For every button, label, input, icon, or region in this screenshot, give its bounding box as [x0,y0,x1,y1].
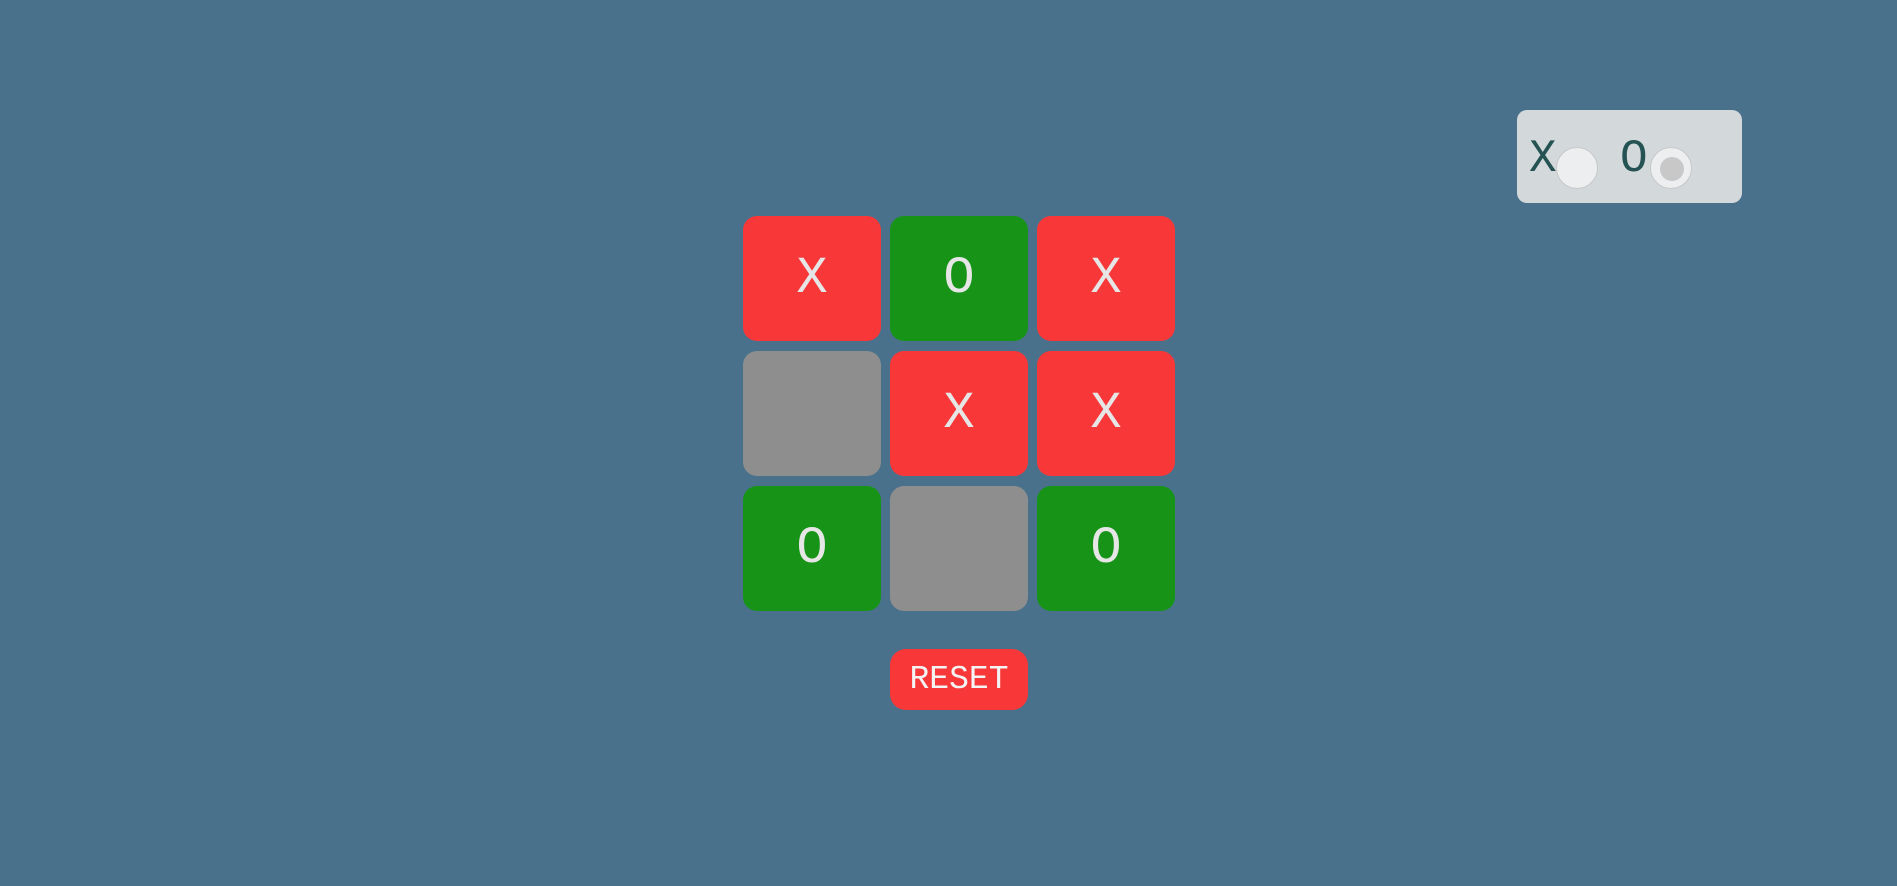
player-o-label: O [1620,133,1648,185]
player-select-panel: X O [1517,110,1742,203]
board-cell[interactable]: X [1037,351,1175,476]
board-cell[interactable]: O [1037,486,1175,611]
player-x-radio[interactable] [1556,147,1598,189]
board-cell[interactable] [890,486,1028,611]
board-cell[interactable]: O [743,486,881,611]
board-cell[interactable]: O [890,216,1028,341]
reset-button[interactable]: RESET [890,649,1028,710]
board-cell[interactable]: X [890,351,1028,476]
player-x-label: X [1529,133,1557,185]
board-cell[interactable]: X [1037,216,1175,341]
board-cell[interactable] [743,351,881,476]
game-board: X O X X X O O [743,216,1175,611]
player-o-radio[interactable] [1650,147,1692,189]
board-cell[interactable]: X [743,216,881,341]
